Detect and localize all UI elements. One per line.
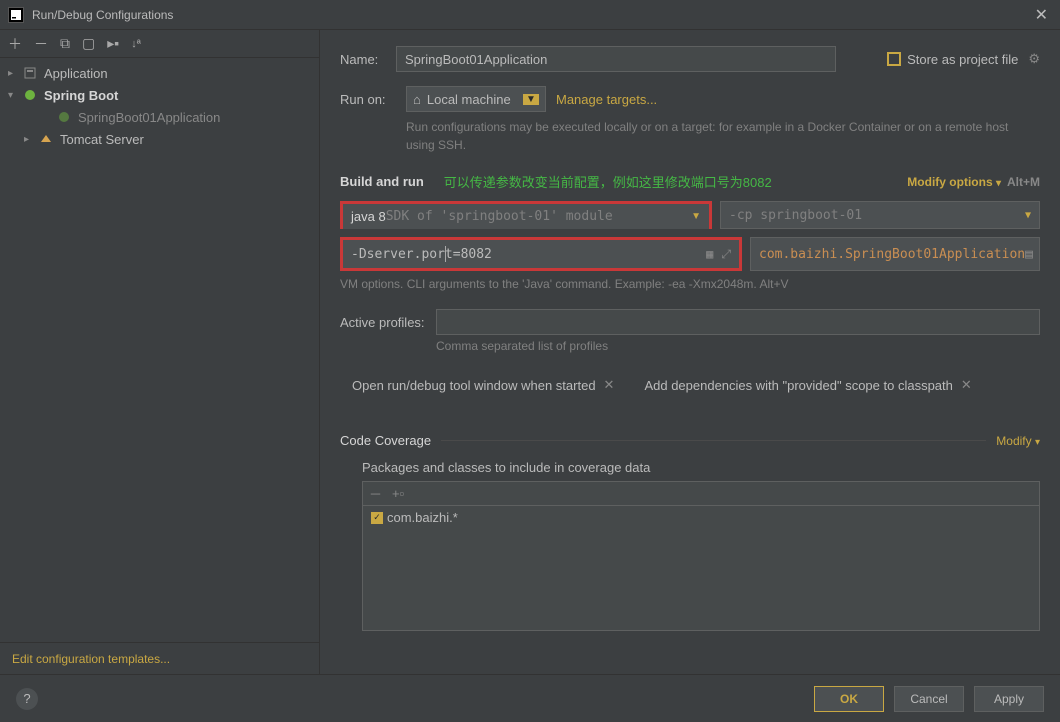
vm-options-input[interactable]: -Dserver.port=8082 ▦ ⤢ <box>340 237 742 271</box>
titlebar: Run/Debug Configurations ✕ <box>0 0 1060 30</box>
build-and-run-title: Build and run <box>340 174 424 189</box>
springboot-icon <box>22 87 38 103</box>
window-title: Run/Debug Configurations <box>32 8 1031 22</box>
main-class-field[interactable]: com.baizhi.SpringBoot01Application ▤ <box>750 237 1040 271</box>
modify-shortcut: Alt+M <box>1007 175 1040 189</box>
content-panel: Name: Store as project file ⚙ Run on: ⌂ … <box>320 30 1060 674</box>
sidebar: ＋ － ⧉ ▢ ▸▪ ↓ª ▸ Application ▾ Spring Boo… <box>0 30 320 674</box>
remove-chip-icon[interactable]: ✕ <box>604 377 615 393</box>
name-label: Name: <box>340 52 396 67</box>
dropdown-arrow-icon: ▼ <box>691 211 701 222</box>
dropdown-arrow-icon: ▼ <box>523 94 539 105</box>
code-coverage-title: Code Coverage <box>340 433 431 448</box>
folder-icon[interactable]: ▸▪ <box>107 35 119 52</box>
coverage-subtitle: Packages and classes to include in cover… <box>362 460 1040 475</box>
coverage-list: － +▫ ✓ com.baizhi.* <box>362 481 1040 631</box>
footer: ? OK Cancel Apply <box>0 674 1060 722</box>
sidebar-toolbar: ＋ － ⧉ ▢ ▸▪ ↓ª <box>0 30 319 58</box>
cancel-button[interactable]: Cancel <box>894 686 964 712</box>
runon-label: Run on: <box>340 92 396 107</box>
profiles-hint: Comma separated list of profiles <box>436 339 1040 353</box>
remove-chip-icon[interactable]: ✕ <box>961 377 972 393</box>
help-icon[interactable]: ? <box>16 688 38 710</box>
add-icon[interactable]: +▫ <box>392 486 404 501</box>
runon-hint: Run configurations may be executed local… <box>406 118 1040 154</box>
classpath-field[interactable]: -cp springboot-01 ▼ <box>720 201 1040 229</box>
annotation-text: 可以传递参数改变当前配置，例如这里修改端口号为8082 <box>444 172 772 191</box>
ok-button[interactable]: OK <box>814 686 884 712</box>
chevron-right-icon: ▸ <box>24 134 36 145</box>
chevron-down-icon: ▾ <box>8 90 20 101</box>
runon-dropdown[interactable]: ⌂ Local machine ▼ <box>406 86 546 112</box>
springboot-icon <box>56 109 72 125</box>
store-as-file-label: Store as project file <box>907 52 1018 67</box>
modify-options-link[interactable]: Modify options ▾ <box>907 175 1001 189</box>
add-icon[interactable]: ＋ <box>8 34 22 54</box>
tree-item-springboot01[interactable]: SpringBoot01Application <box>0 106 319 128</box>
tree-item-application[interactable]: ▸ Application <box>0 62 319 84</box>
config-tree: ▸ Application ▾ Spring Boot SpringBoot01… <box>0 58 319 642</box>
sort-icon[interactable]: ↓ª <box>131 38 141 50</box>
chevron-right-icon: ▸ <box>8 68 20 79</box>
profiles-label: Active profiles: <box>340 315 436 330</box>
apply-button[interactable]: Apply <box>974 686 1044 712</box>
copy-icon[interactable]: ⧉ <box>60 35 70 52</box>
vm-hint: VM options. CLI arguments to the 'Java' … <box>340 277 1040 291</box>
dropdown-arrow-icon: ▼ <box>1025 210 1031 221</box>
chip-provided-scope: Add dependencies with "provided" scope t… <box>644 377 971 393</box>
history-icon[interactable]: ▦ <box>706 247 713 262</box>
home-icon: ⌂ <box>413 92 421 107</box>
close-icon[interactable]: ✕ <box>1031 5 1052 25</box>
tree-item-tomcat[interactable]: ▸ Tomcat Server <box>0 128 319 150</box>
tree-item-springboot[interactable]: ▾ Spring Boot <box>0 84 319 106</box>
cursor-caret <box>445 246 446 262</box>
edit-templates-link[interactable]: Edit configuration templates... <box>12 652 170 666</box>
name-input[interactable] <box>396 46 836 72</box>
app-logo-icon <box>8 7 24 23</box>
coverage-modify-link[interactable]: Modify ▾ <box>996 434 1040 448</box>
tomcat-icon <box>38 131 54 147</box>
expand-icon[interactable]: ⤢ <box>721 247 731 262</box>
application-icon <box>22 65 38 81</box>
coverage-item[interactable]: ✓ com.baizhi.* <box>363 506 1039 529</box>
list-icon[interactable]: ▤ <box>1025 247 1033 262</box>
gear-icon[interactable]: ⚙ <box>1028 51 1040 67</box>
sdk-dropdown[interactable]: java 8 SDK of 'springboot-01' module ▼ <box>340 201 712 229</box>
chip-open-tool-window: Open run/debug tool window when started … <box>352 377 614 393</box>
store-as-file-checkbox[interactable] <box>887 52 901 66</box>
manage-targets-link[interactable]: Manage targets... <box>556 92 657 107</box>
remove-icon[interactable]: － <box>34 34 48 54</box>
profiles-input[interactable] <box>436 309 1040 335</box>
save-icon[interactable]: ▢ <box>82 35 95 52</box>
checkbox-checked-icon[interactable]: ✓ <box>371 512 383 524</box>
remove-icon[interactable]: － <box>369 484 382 503</box>
